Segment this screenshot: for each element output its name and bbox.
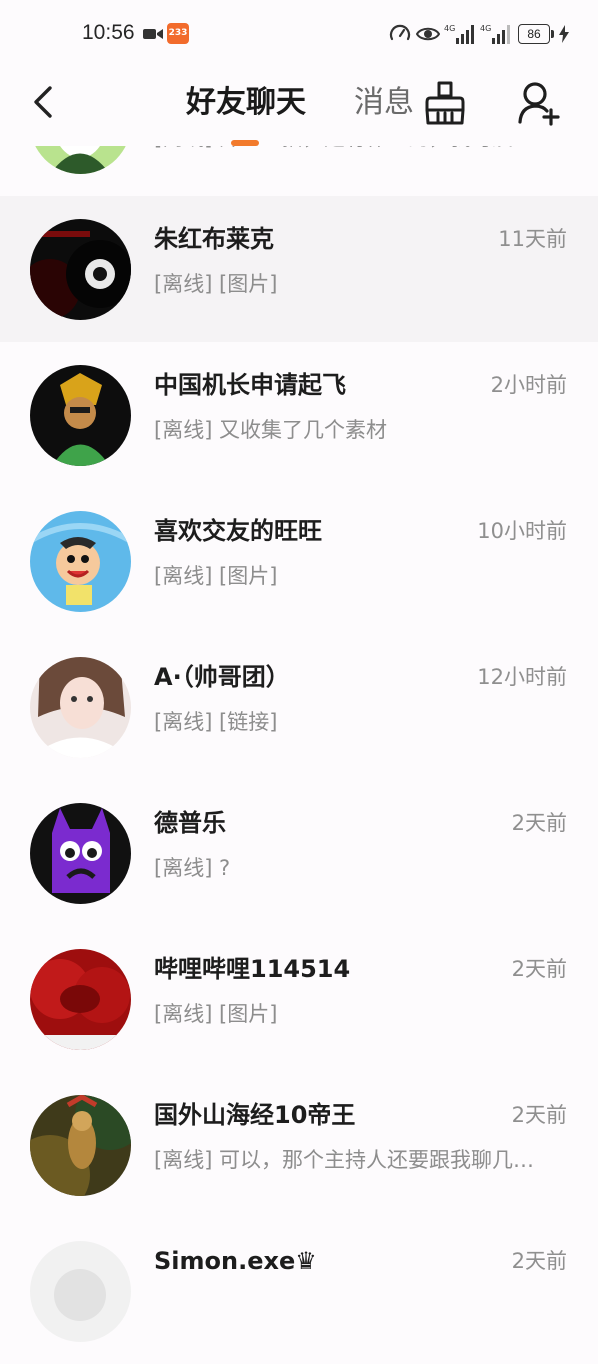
broom-icon[interactable] bbox=[424, 80, 466, 126]
chat-list-item[interactable]: Simon.exe♛ 2天前 bbox=[0, 1218, 598, 1364]
chat-time: 10小时前 bbox=[477, 519, 567, 543]
status-bar: 10:56 233 4G 4G 86 bbox=[0, 0, 598, 68]
chat-time: 2天前 bbox=[511, 957, 567, 981]
signal-4g-icon-2: 4G bbox=[480, 24, 510, 44]
add-user-icon[interactable] bbox=[517, 80, 561, 126]
avatar bbox=[30, 1241, 131, 1342]
video-camera-icon bbox=[143, 29, 163, 39]
battery-indicator: 86 bbox=[518, 24, 554, 44]
chat-list-item[interactable]: A·（帅哥团） 12小时前 [离线] [链接] bbox=[0, 634, 598, 780]
chat-preview: [离线] ? bbox=[154, 856, 231, 880]
chat-preview: [离线] 又收集了几个素材 bbox=[154, 418, 388, 442]
chat-name: 朱红布莱克 bbox=[154, 225, 274, 253]
chat-preview: [离线] [图片] bbox=[154, 272, 278, 296]
chat-preview: [离线] [图片] bbox=[154, 564, 278, 588]
speedometer-icon bbox=[389, 24, 411, 41]
chat-name: 德普乐 bbox=[154, 809, 226, 837]
app-notification-badge: 233 bbox=[167, 23, 189, 44]
back-chevron-left-icon[interactable] bbox=[26, 82, 66, 122]
chat-time: 11天前 bbox=[498, 227, 567, 251]
chat-preview: [离线] 可以，那个主持人还要跟我聊几… bbox=[154, 1148, 535, 1172]
charging-bolt-icon bbox=[559, 25, 569, 43]
svg-text:4G: 4G bbox=[480, 24, 491, 33]
chat-time: 12小时前 bbox=[477, 665, 567, 689]
chat-preview: [离线] [链接] bbox=[154, 710, 278, 734]
status-time: 10:56 bbox=[82, 21, 135, 44]
chat-name: 国外山海经10帝王 bbox=[154, 1101, 356, 1129]
chat-name: Simon.exe♛ bbox=[154, 1247, 317, 1275]
tab-friends-chat[interactable]: 好友聊天 bbox=[186, 83, 306, 123]
avatar bbox=[30, 365, 131, 466]
chat-list-item[interactable]: 朱红布莱克 11天前 [离线] [图片] bbox=[0, 196, 598, 342]
chat-preview: [离线] [图片] bbox=[154, 1002, 278, 1026]
chat-list-item[interactable]: 喜欢交友的旺旺 10小时前 [离线] [图片] bbox=[0, 488, 598, 634]
signal-4g-icon: 4G bbox=[444, 24, 474, 44]
chat-name: 中国机长申请起飞 bbox=[154, 371, 346, 399]
avatar bbox=[30, 803, 131, 904]
chat-time: 2天前 bbox=[511, 1249, 567, 1273]
chat-list-item[interactable]: 中国机长申请起飞 2小时前 [离线] 又收集了几个素材 bbox=[0, 342, 598, 488]
chat-name: 喜欢交友的旺旺 bbox=[154, 517, 322, 545]
top-navigation-bar: 好友聊天 消息 bbox=[0, 68, 598, 146]
chat-list-item[interactable]: 德普乐 2天前 [离线] ? bbox=[0, 780, 598, 926]
avatar bbox=[30, 949, 131, 1050]
svg-text:4G: 4G bbox=[444, 24, 455, 33]
active-tab-indicator bbox=[231, 140, 259, 146]
chat-time: 2天前 bbox=[511, 1103, 567, 1127]
chat-name: A·（帅哥团） bbox=[154, 663, 290, 691]
eye-icon bbox=[416, 27, 440, 41]
avatar bbox=[30, 1095, 131, 1196]
status-right-icons: 4G 4G 86 bbox=[388, 22, 578, 46]
avatar bbox=[30, 657, 131, 758]
chat-list-item[interactable]: 哔哩哔哩114514 2天前 [离线] [图片] bbox=[0, 926, 598, 1072]
avatar bbox=[30, 511, 131, 612]
chat-time: 2小时前 bbox=[490, 373, 567, 397]
tab-messages[interactable]: 消息 bbox=[354, 83, 414, 123]
chat-name: 哔哩哔哩114514 bbox=[154, 955, 351, 983]
chat-list-item[interactable]: 国外山海经10帝王 2天前 [离线] 可以，那个主持人还要跟我聊几… bbox=[0, 1072, 598, 1218]
chat-time: 2天前 bbox=[511, 811, 567, 835]
avatar bbox=[30, 219, 131, 320]
